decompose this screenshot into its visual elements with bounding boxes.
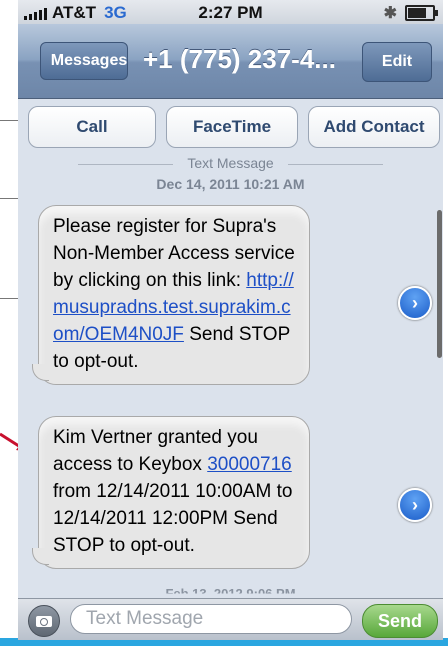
compose-bar: Text Message Send [18,598,443,640]
background-line [0,120,18,121]
messages-back-button[interactable]: Messages [40,42,128,80]
chevron-right-icon[interactable]: › [398,488,432,522]
status-bar: AT&T 3G 2:27 PM ✱ [18,0,443,24]
background-line [0,298,18,299]
keybox-link[interactable]: 30000716 [207,454,292,475]
scrollbar[interactable] [437,210,442,358]
battery-icon [405,5,438,21]
add-contact-button[interactable]: Add Contact [308,106,440,148]
clock: 2:27 PM [198,3,263,22]
contact-actions: Call FaceTime Add Contact [18,106,443,148]
camera-icon[interactable] [28,605,60,637]
edit-button[interactable]: Edit [362,42,432,82]
bluetooth-icon: ✱ [383,5,397,22]
chevron-right-icon[interactable]: › [398,286,432,320]
conversation-title: +1 (775) 237-4... [143,44,336,74]
call-button[interactable]: Call [28,106,156,148]
message-bubble: Please register for Supra's Non-Member A… [32,205,310,385]
message-input[interactable]: Text Message [70,604,352,634]
message-timestamp: Dec 14, 2011 10:21 AM [156,176,305,192]
message-bubble: Kim Vertner granted you access to Keybox… [32,416,310,569]
send-button[interactable]: Send [362,604,438,638]
navigation-bar: Messages +1 (775) 237-4... Edit [18,24,443,99]
phone-screen: AT&T 3G 2:27 PM ✱ Messages +1 (775) 237-… [18,0,443,640]
facetime-button[interactable]: FaceTime [166,106,298,148]
message-type-label: Text Message [18,155,443,171]
background-line [0,198,18,199]
